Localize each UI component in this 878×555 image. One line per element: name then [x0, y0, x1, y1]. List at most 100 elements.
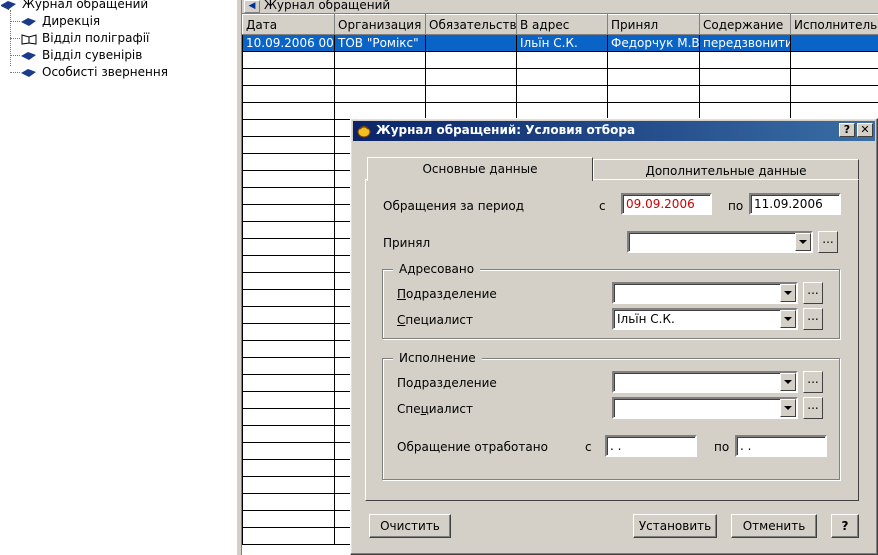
chevron-down-icon[interactable] [780, 284, 796, 302]
table-cell[interactable] [242, 391, 335, 409]
back-arrow-icon[interactable]: ◀ [244, 0, 260, 13]
table-cell[interactable] [242, 204, 335, 222]
table-cell[interactable] [242, 102, 335, 120]
chevron-down-icon[interactable] [780, 373, 796, 391]
column-header[interactable]: Исполнитель [790, 14, 878, 35]
chevron-down-icon[interactable] [795, 233, 811, 251]
table-row[interactable] [242, 102, 878, 120]
table-cell[interactable] [242, 306, 335, 324]
worked-from-field[interactable]: . . [605, 435, 697, 457]
column-header[interactable]: В адрес [516, 14, 608, 35]
table-cell[interactable]: Ільїн С.К. [516, 34, 608, 52]
table-cell[interactable] [242, 272, 335, 290]
table-cell[interactable] [425, 34, 517, 52]
execution-division-ellipsis-button[interactable]: ... [803, 371, 823, 393]
table-cell[interactable] [516, 85, 608, 103]
table-cell[interactable] [242, 187, 335, 205]
table-cell[interactable] [242, 289, 335, 307]
table-cell[interactable] [242, 510, 335, 528]
prinyal-select[interactable] [627, 231, 813, 253]
period-to-field[interactable]: 11.09.2006 [749, 193, 841, 215]
table-cell[interactable] [334, 68, 426, 86]
column-header[interactable]: Содержание [699, 14, 791, 35]
table-cell[interactable] [334, 85, 426, 103]
table-cell[interactable] [699, 51, 791, 69]
table-cell[interactable] [516, 68, 608, 86]
table-cell[interactable] [334, 51, 426, 69]
table-cell[interactable] [607, 68, 700, 86]
table-cell[interactable] [242, 153, 335, 171]
execution-specialist-select[interactable] [612, 397, 798, 419]
table-cell[interactable] [425, 51, 517, 69]
table-cell[interactable] [242, 408, 335, 426]
table-cell[interactable] [790, 85, 878, 103]
table-cell[interactable] [607, 85, 700, 103]
table-cell[interactable] [425, 68, 517, 86]
addressed-division-select[interactable] [612, 282, 798, 304]
chevron-down-icon[interactable] [780, 399, 796, 417]
table-cell[interactable] [242, 170, 335, 188]
table-cell[interactable] [699, 102, 791, 120]
table-cell[interactable] [242, 527, 335, 545]
apply-button[interactable]: Установить [633, 514, 717, 538]
execution-division-select[interactable] [612, 371, 798, 393]
table-cell[interactable] [242, 51, 335, 69]
table-cell[interactable] [242, 442, 335, 460]
tree-item-souvenirs[interactable]: Відділ сувенірів [20, 47, 142, 63]
column-header[interactable]: Принял [607, 14, 700, 35]
table-cell[interactable] [242, 323, 335, 341]
table-row[interactable] [242, 85, 878, 103]
table-row[interactable] [242, 51, 878, 69]
chevron-down-icon[interactable] [780, 310, 796, 328]
cancel-button[interactable]: Отменить [731, 514, 817, 538]
table-row[interactable] [242, 68, 878, 86]
worked-to-field[interactable]: . . [735, 435, 827, 457]
table-cell[interactable] [242, 136, 335, 154]
table-cell[interactable] [516, 102, 608, 120]
table-cell[interactable] [699, 68, 791, 86]
table-cell[interactable] [790, 102, 878, 120]
column-header[interactable]: Организация [334, 14, 426, 35]
table-cell[interactable] [790, 68, 878, 86]
help-button[interactable]: ? [831, 514, 859, 538]
table-cell[interactable] [425, 102, 517, 120]
table-cell[interactable]: передзвонити [699, 34, 791, 52]
tree-item-polygraphy[interactable]: Відділ поліграфії [20, 30, 149, 46]
dialog-titlebar[interactable]: Журнал обращений: Условия отбора ? ✕ [353, 121, 875, 141]
table-cell[interactable] [425, 85, 517, 103]
table-cell[interactable]: Федорчук М.В [607, 34, 700, 52]
addressed-specialist-ellipsis-button[interactable]: ... [803, 308, 823, 330]
tree-item-personal[interactable]: Особисті звернення [20, 64, 168, 80]
table-cell[interactable] [607, 102, 700, 120]
table-cell[interactable] [242, 425, 335, 443]
period-from-field[interactable]: 09.09.2006 [621, 193, 712, 215]
table-row[interactable]: 10.09.2006 00: ТОВ "Ромікс" Ільїн С.К. Федо… [242, 34, 878, 52]
table-cell[interactable] [242, 119, 335, 137]
table-cell[interactable] [334, 102, 426, 120]
prinyal-ellipsis-button[interactable]: ... [818, 231, 838, 253]
table-cell[interactable]: ТОВ "Ромікс" [334, 34, 426, 52]
table-cell[interactable] [242, 459, 335, 477]
table-cell[interactable] [242, 476, 335, 494]
table-cell[interactable] [242, 255, 335, 273]
tab-additional-data[interactable]: Дополнительные данные [593, 159, 859, 181]
column-header[interactable]: Обязательство [425, 14, 517, 35]
addressed-division-ellipsis-button[interactable]: ... [803, 282, 823, 304]
execution-specialist-ellipsis-button[interactable]: ... [803, 397, 823, 419]
table-cell[interactable] [790, 51, 878, 69]
tab-main-data[interactable]: Основные данные [367, 157, 593, 181]
table-cell[interactable] [242, 374, 335, 392]
table-cell[interactable] [242, 221, 335, 239]
tree-root[interactable]: Журнал обращений [0, 0, 148, 12]
table-cell[interactable] [242, 68, 335, 86]
table-cell[interactable] [242, 357, 335, 375]
table-cell[interactable] [242, 85, 335, 103]
help-title-button[interactable]: ? [839, 123, 855, 137]
table-cell[interactable]: 10.09.2006 00: [242, 34, 335, 52]
table-cell[interactable] [242, 238, 335, 256]
table-cell[interactable] [790, 34, 878, 52]
column-header[interactable]: Дата [242, 14, 335, 35]
clear-button[interactable]: Очистить [369, 514, 451, 538]
tree-item-direction[interactable]: Дирекція [20, 13, 100, 29]
table-cell[interactable] [242, 493, 335, 511]
